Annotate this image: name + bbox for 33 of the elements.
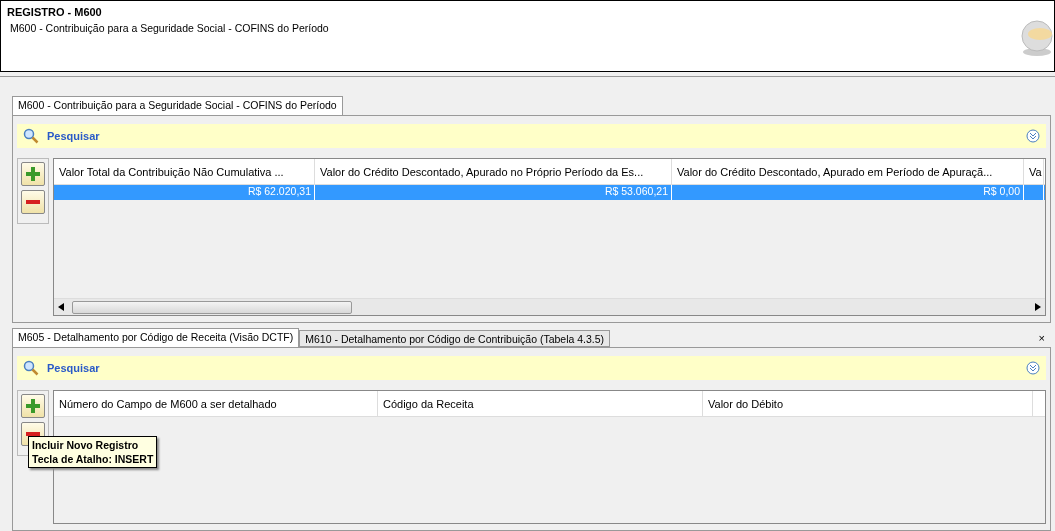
column-header[interactable]: Número do Campo de M600 a ser detalhado: [54, 391, 378, 416]
table-cell: R$ 62.020,31: [247, 185, 311, 197]
tab[interactable]: M605 - Detalhamento por Código de Receita (Visão DCTF): [12, 328, 300, 347]
table-cell: R$ 53.060,21: [604, 185, 668, 197]
plus-icon: [25, 166, 41, 182]
column-header[interactable]: Va: [1024, 159, 1044, 184]
column-header[interactable]: Valor do Crédito Descontado, Apurado em Período de Apuraçã...: [672, 159, 1024, 184]
tab[interactable]: M610 - Detalhamento por Código de Contribuição (Tabela 4.3.5): [299, 330, 611, 347]
expand-icon[interactable]: [1026, 129, 1040, 143]
plus-icon: [25, 398, 41, 414]
scroll-left-icon[interactable]: [58, 303, 64, 311]
search-icon: [23, 360, 39, 376]
add-button[interactable]: [21, 162, 45, 186]
scroll-right-icon[interactable]: [1035, 303, 1041, 311]
search-icon: [23, 128, 39, 144]
expand-icon[interactable]: [1026, 361, 1040, 375]
search-bar[interactable]: Pesquisar: [17, 124, 1046, 148]
column-header[interactable]: Código da Receita: [378, 391, 703, 416]
horizontal-scrollbar[interactable]: [54, 298, 1045, 315]
search-bar[interactable]: Pesquisar: [17, 356, 1046, 380]
logo-icon: [1018, 18, 1055, 58]
close-button[interactable]: ×: [1032, 332, 1051, 347]
column-header[interactable]: Valor Total da Contribuição Não Cumulativa ...: [54, 159, 315, 184]
column-header[interactable]: Valor do Crédito Descontado, Apurado no Próprio Período da Es...: [315, 159, 672, 184]
tab[interactable]: M600 - Contribuição para a Seguridade Social - COFINS do Período: [12, 96, 343, 115]
window-subtitle: M600 - Contribuição para a Seguridade Social - COFINS do Período: [10, 22, 329, 34]
tooltip-line: Tecla de Atalho: INSERT: [32, 452, 154, 466]
search-label[interactable]: Pesquisar: [47, 362, 100, 374]
search-label[interactable]: Pesquisar: [47, 130, 100, 142]
table-cell: R$ 0,00: [983, 185, 1020, 197]
tooltip-line: Incluir Novo Registro: [32, 438, 140, 452]
window-title: REGISTRO - M600: [7, 6, 103, 18]
column-header[interactable]: Valor do Débito: [703, 391, 1033, 416]
